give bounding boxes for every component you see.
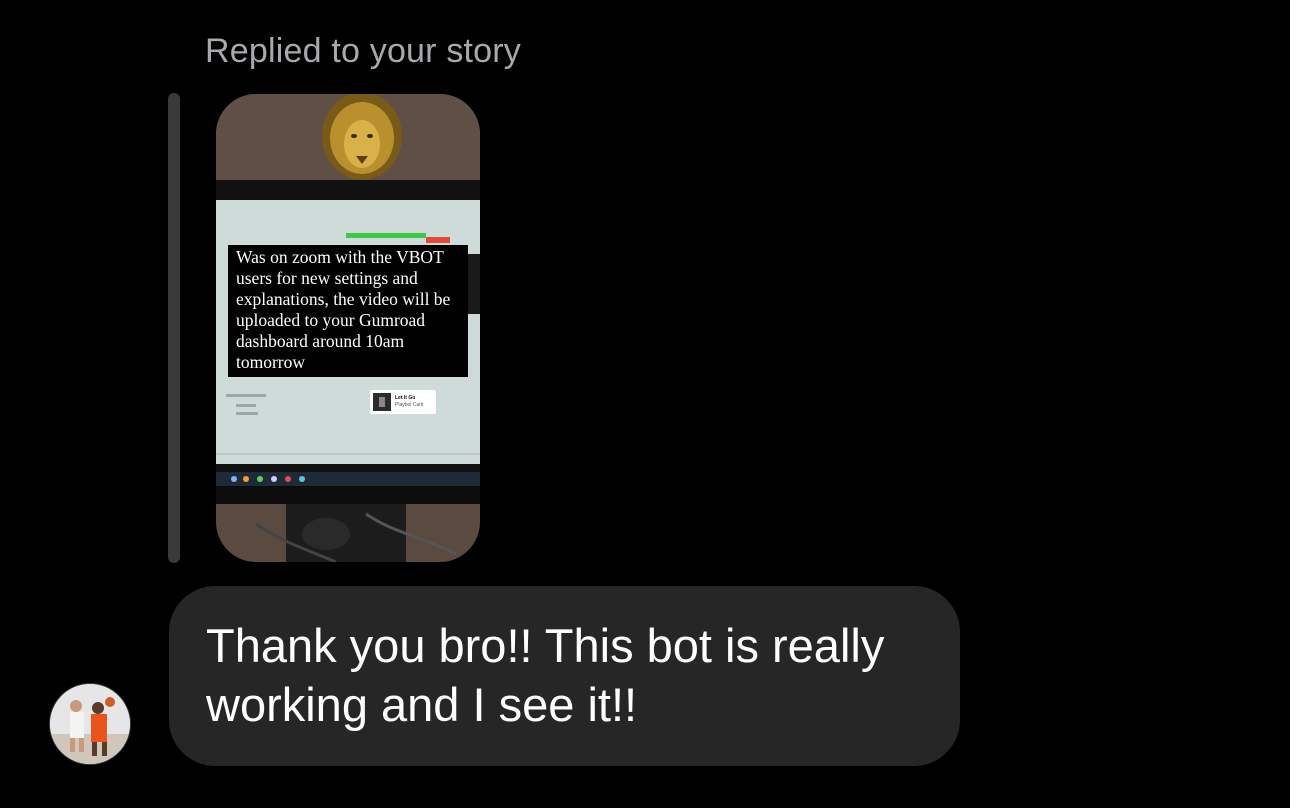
lion-head-decoration xyxy=(322,94,402,180)
message-text: Thank you bro!! This bot is really worki… xyxy=(206,619,885,731)
story-reply-label: Replied to your story xyxy=(205,32,522,70)
message-bubble[interactable]: Thank you bro!! This bot is really worki… xyxy=(169,586,960,766)
avatar-photo-icon xyxy=(50,684,130,764)
album-art-icon xyxy=(373,393,391,411)
dm-thread: Replied to your story Was on zoom with t… xyxy=(0,0,1290,808)
story-preview[interactable]: Was on zoom with the VBOT users for new … xyxy=(216,94,480,562)
music-title: Let It Go xyxy=(395,395,416,401)
music-artist: Playboi Carti xyxy=(395,402,424,408)
sender-avatar[interactable] xyxy=(49,683,131,765)
music-sticker[interactable]: Let It Go Playboi Carti xyxy=(370,390,436,414)
story-caption: Was on zoom with the VBOT users for new … xyxy=(228,245,468,377)
quote-bar xyxy=(168,93,180,563)
